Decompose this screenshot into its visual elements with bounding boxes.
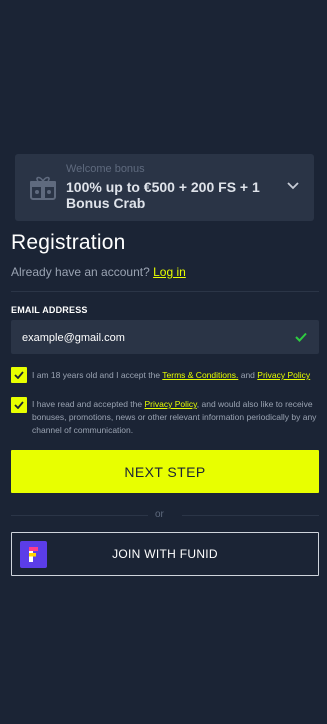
divider — [11, 291, 319, 292]
page-title: Registration — [11, 231, 126, 254]
welcome-bonus-dropdown[interactable]: Welcome bonus 100% up to €500 + 200 FS +… — [15, 154, 314, 221]
terms-consent-text: I am 18 years old and I accept the Terms… — [32, 369, 317, 382]
email-label: EMAIL ADDRESS — [11, 305, 88, 315]
marketing-consent-text: I have read and accepted the Privacy Pol… — [32, 398, 317, 437]
marketing-privacy-link[interactable]: Privacy Policy — [145, 399, 197, 409]
bonus-offer-text: 100% up to €500 + 200 FS + 1 Bonus Crab — [66, 179, 260, 211]
privacy-policy-link[interactable]: Privacy Policy — [257, 370, 310, 380]
join-with-funid-button[interactable]: JOIN WITH FUNID — [11, 532, 319, 576]
chevron-down-icon[interactable] — [287, 182, 299, 190]
next-step-button[interactable]: NEXT STEP — [11, 450, 319, 493]
welcome-bonus-label: Welcome bonus — [66, 163, 145, 175]
login-prompt: Already have an account? Log in — [11, 265, 186, 279]
terms-checkbox[interactable] — [11, 367, 27, 383]
and-text: and — [240, 370, 255, 380]
login-link[interactable]: Log in — [153, 265, 186, 279]
email-field[interactable] — [11, 320, 294, 356]
marketing-prefix-text: I have read and accepted the — [32, 399, 143, 409]
age-consent-text: I am 18 years old and I accept the — [32, 370, 161, 380]
email-field-container — [11, 320, 319, 356]
or-divider-right — [182, 515, 319, 516]
marketing-checkbox[interactable] — [11, 397, 27, 413]
checkmark-icon — [14, 371, 24, 379]
or-text: or — [155, 509, 164, 520]
or-divider-left — [11, 515, 148, 516]
funid-label: JOIN WITH FUNID — [112, 547, 218, 561]
gift-icon — [30, 176, 56, 200]
check-valid-icon — [295, 332, 307, 342]
have-account-text: Already have an account? — [11, 265, 150, 279]
checkmark-icon — [14, 401, 24, 409]
terms-link[interactable]: Terms & Conditions. — [162, 370, 238, 380]
